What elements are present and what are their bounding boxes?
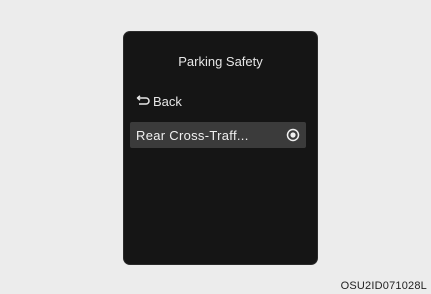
figure-code: OSU2ID071028L <box>340 280 427 292</box>
menu-item-rear-cross-traffic[interactable]: Rear Cross-Traff... <box>130 122 306 148</box>
cluster-screen: Parking Safety Back Rear Cross-Traff... <box>124 32 317 264</box>
back-label: Back <box>153 94 182 109</box>
menu-item-label: Rear Cross-Traff... <box>136 127 249 143</box>
radio-selected-icon[interactable] <box>286 128 300 142</box>
back-button[interactable]: Back <box>136 94 182 109</box>
return-arrow-icon <box>136 94 153 109</box>
screen-title: Parking Safety <box>178 54 263 69</box>
